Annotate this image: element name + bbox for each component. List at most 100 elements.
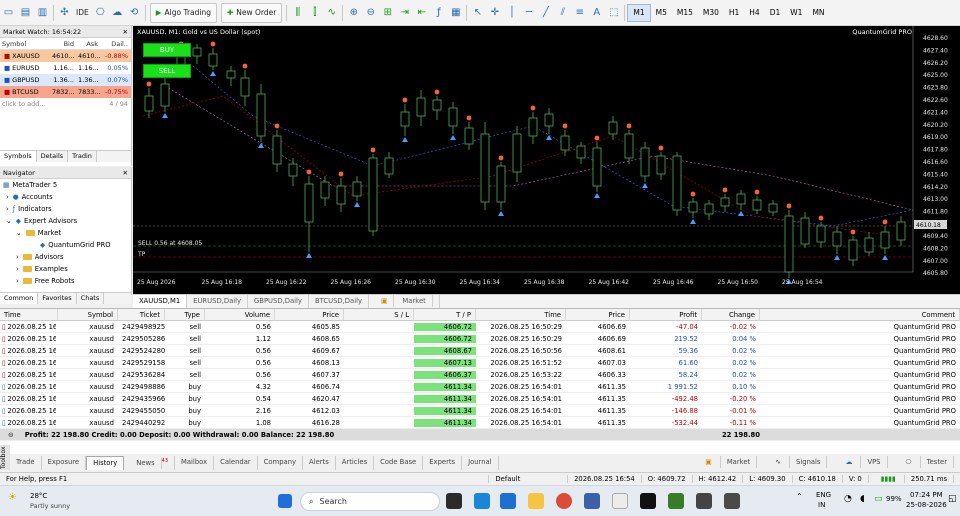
tile-icon[interactable]: ⊞: [379, 3, 396, 23]
sell-button[interactable]: SELL: [143, 64, 191, 78]
tab-mailbox[interactable]: Mailbox: [175, 456, 215, 470]
col-ticket[interactable]: Ticket: [118, 308, 165, 321]
metatrader-taskbar-icon[interactable]: [668, 493, 684, 509]
history-icon[interactable]: ⟲: [126, 3, 143, 23]
tab-experts[interactable]: Experts: [423, 456, 463, 470]
col-profit[interactable]: Profit: [630, 308, 702, 321]
battery-icon[interactable]: ▭: [874, 494, 883, 504]
tab-exposure[interactable]: Exposure: [42, 456, 87, 470]
history-row[interactable]: ▯2026.08.25 16:48:22 xauusd 2429505286 sell…: [0, 333, 960, 345]
tab-codebase[interactable]: Code Base: [374, 456, 424, 470]
tab-company[interactable]: Company: [258, 456, 304, 470]
history-row[interactable]: ▯2026.08.25 16:47:52 xauusd 2429498925 sell…: [0, 321, 960, 333]
terminal-icon[interactable]: [696, 493, 712, 509]
tf-mn[interactable]: MN: [807, 4, 829, 22]
weather-icon[interactable]: ☀: [8, 492, 17, 503]
wifi-icon[interactable]: ◔: [844, 494, 852, 504]
tf-h4[interactable]: H4: [744, 4, 764, 22]
add-symbol-row[interactable]: click to add... 4 / 94: [0, 98, 131, 110]
tab-vps[interactable]: ☁ VPS: [833, 456, 893, 470]
app-icon[interactable]: [584, 493, 600, 509]
tab-news[interactable]: News 43: [124, 456, 176, 470]
tf-m15[interactable]: M15: [672, 4, 698, 22]
nav-item-free-robots[interactable]: › Free Robots: [0, 275, 131, 287]
autoscroll-icon[interactable]: ⇥: [396, 3, 413, 23]
chart-tab-xauusd[interactable]: XAUUSD,M1: [133, 295, 188, 308]
watch-row[interactable]: ■ XAUUSD 4610... 4610... -0.88%: [0, 50, 131, 62]
volume-icon[interactable]: ◖: [860, 494, 865, 504]
app2-icon[interactable]: [724, 493, 740, 509]
weather-desc[interactable]: Partly sunny: [30, 502, 70, 510]
chart-tab-eurusd[interactable]: EURUSD,Daily: [187, 295, 249, 308]
nav-item-accounts[interactable]: › ● Accounts: [0, 191, 131, 203]
candles-icon[interactable]: ⫿: [306, 3, 323, 23]
text-icon[interactable]: A: [588, 3, 605, 23]
nav-item-quantumgrid[interactable]: ◆ QuantumGrid PRO: [0, 239, 131, 251]
cloud-icon[interactable]: ☁: [109, 3, 126, 23]
indicators-icon[interactable]: ƒ: [430, 3, 447, 23]
tab-calendar[interactable]: Calendar: [214, 456, 258, 470]
tab-symbols[interactable]: Symbols: [0, 151, 37, 162]
trendline-icon[interactable]: ╱: [537, 3, 554, 23]
tab-favorites[interactable]: Favorites: [38, 293, 77, 304]
col-close-price[interactable]: Price: [566, 308, 630, 321]
tf-d1[interactable]: D1: [765, 4, 786, 22]
price-chart[interactable]: 4628.60 4627.40 4626.20 4625.00 4623.80 4622.…: [133, 26, 960, 294]
history-row[interactable]: ▯2026.08.25 16:50:52 xauusd 2429524280 sell…: [0, 345, 960, 357]
tab-signals[interactable]: ∿ Signals: [763, 456, 833, 470]
zoom-in-icon[interactable]: ⊕: [345, 3, 362, 23]
watch-row[interactable]: ■ GBPUSD 1.36... 1.36... 0.07%: [0, 74, 131, 86]
tab-articles[interactable]: Articles: [336, 456, 375, 470]
cursor-icon[interactable]: ↖: [469, 3, 486, 23]
search-box[interactable]: ⌕ Search: [300, 492, 440, 511]
tab-chats[interactable]: Chats: [77, 293, 105, 304]
history-row[interactable]: ▯2026.08.25 16:47:52 xauusd 2429498886 buy 4…: [0, 381, 960, 393]
col-ask[interactable]: Ask: [76, 40, 100, 48]
nav-item-examples[interactable]: › Examples: [0, 263, 131, 275]
chart-icon[interactable]: ▥: [34, 3, 51, 23]
clock-time[interactable]: 07:24 PM: [910, 491, 943, 499]
horizontal-line-icon[interactable]: ─: [520, 3, 537, 23]
strategy-tester-icon[interactable]: ⎔: [92, 3, 109, 23]
col-sl[interactable]: S / L: [344, 308, 414, 321]
watch-row[interactable]: ■ EURUSD 1.16... 1.16... 0.05%: [0, 62, 131, 74]
col-bid[interactable]: Bid: [50, 40, 76, 48]
history-row[interactable]: ▯2026.08.25 16:40:52 xauusd 2429435966 buy 0…: [0, 393, 960, 405]
line-chart-icon[interactable]: ∿: [323, 3, 340, 23]
col-symbol[interactable]: Symbol: [58, 308, 118, 321]
tradingview-icon[interactable]: [640, 493, 656, 509]
zoom-out-icon[interactable]: ⊖: [362, 3, 379, 23]
col-tp[interactable]: T / P: [414, 308, 476, 321]
vertical-line-icon[interactable]: │: [503, 3, 520, 23]
tf-m30[interactable]: M30: [698, 4, 724, 22]
history-row[interactable]: ▯2026.08.25 16:41:22 xauusd 2429440292 buy 1…: [0, 417, 960, 429]
tab-common[interactable]: Common: [0, 293, 39, 304]
templates-icon[interactable]: ▦: [447, 3, 464, 23]
bar-chart-icon[interactable]: ⫼: [289, 3, 306, 23]
chart-canvas[interactable]: 4628.60 4627.40 4626.20 4625.00 4623.80 4622.…: [133, 26, 960, 294]
watch-row[interactable]: ■ BTCUSD 7832... 7833... -0.75%: [0, 86, 131, 98]
navigator-icon[interactable]: ✣: [56, 3, 73, 23]
tf-w1[interactable]: W1: [785, 4, 807, 22]
file-explorer-icon[interactable]: [528, 493, 544, 509]
outlook-icon[interactable]: [500, 493, 516, 509]
tab-tester[interactable]: ⎔ Tester: [894, 456, 960, 470]
tab-trading[interactable]: Tradin: [68, 151, 97, 162]
chart-tab-market[interactable]: ▣ Market: [369, 295, 440, 308]
weather-temp[interactable]: 28°C: [30, 492, 47, 500]
new-order-button[interactable]: ✚ New Order: [220, 2, 283, 23]
chevron-right-icon[interactable]: ›: [16, 265, 19, 273]
ide-button[interactable]: IDE: [73, 3, 92, 23]
nav-item-indicators[interactable]: › ƒ Indicators: [0, 203, 131, 215]
store-icon[interactable]: [612, 493, 628, 509]
col-type[interactable]: Type: [165, 308, 205, 321]
history-row[interactable]: ▯2026.08.25 16:51:22 xauusd 2429529158 sell…: [0, 357, 960, 369]
col-price[interactable]: Price: [275, 308, 344, 321]
task-view-icon[interactable]: [446, 493, 462, 509]
chevron-down-icon[interactable]: ⌄: [16, 229, 22, 237]
tab-alerts[interactable]: Alerts: [303, 456, 336, 470]
channel-icon[interactable]: ⫽: [554, 3, 571, 23]
col-comment[interactable]: Comment: [760, 308, 960, 321]
chevron-right-icon[interactable]: ›: [6, 205, 9, 213]
chrome-icon[interactable]: [556, 493, 572, 509]
